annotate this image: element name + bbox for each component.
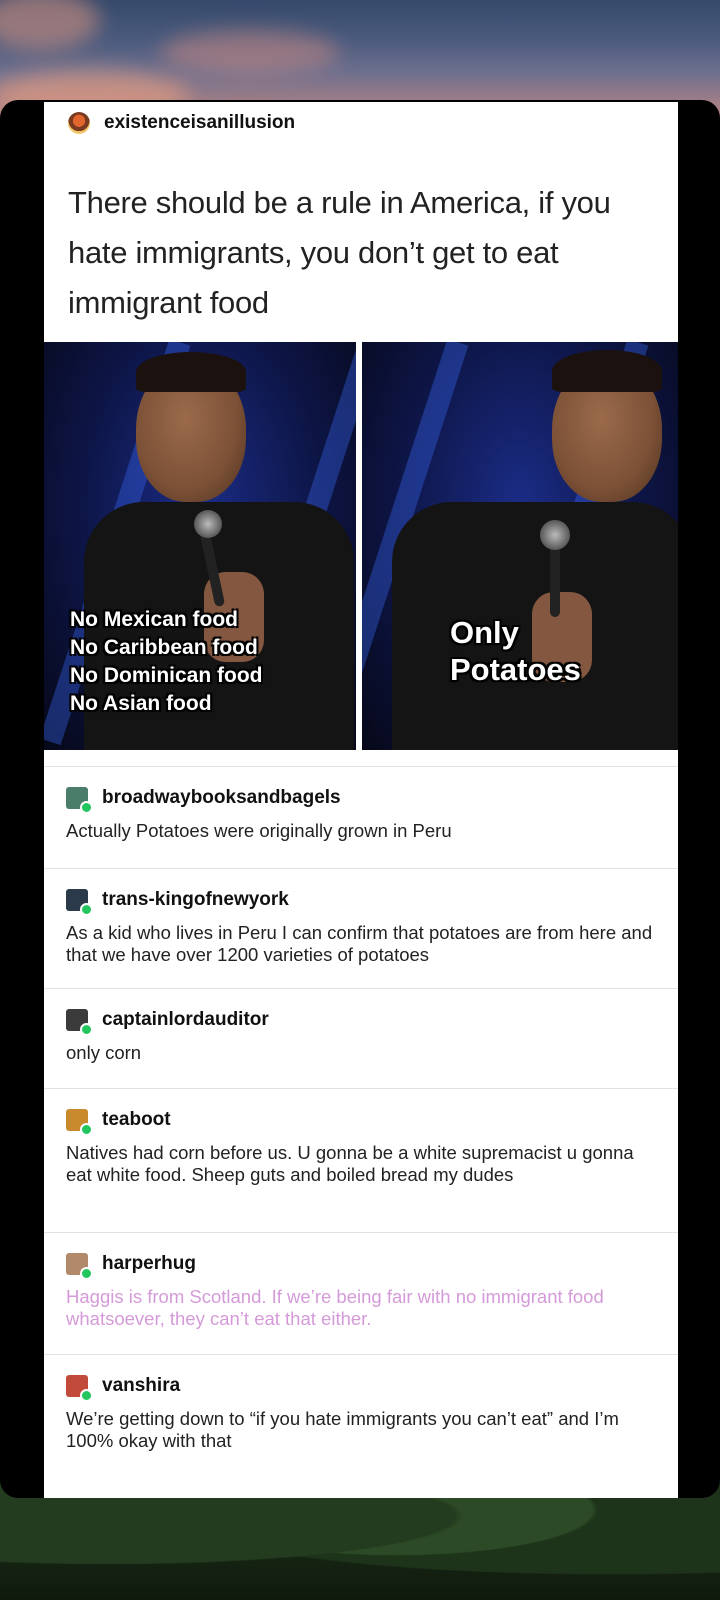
reblog-comment: vanshira We’re getting down to “if you h… bbox=[44, 1354, 678, 1498]
op-username[interactable]: existenceisanillusion bbox=[104, 112, 295, 134]
caption-left: No Mexican food No Caribbean food No Dom… bbox=[70, 608, 263, 715]
meme-panel-right: Only Potatoes bbox=[362, 342, 678, 750]
comment-username[interactable]: captainlordauditor bbox=[102, 1009, 269, 1031]
online-badge-icon bbox=[80, 903, 93, 916]
tumblr-post: existenceisanillusion There should be a … bbox=[44, 102, 678, 1498]
reblog-comment: teaboot Natives had corn before us. U go… bbox=[44, 1088, 678, 1232]
background-trees bbox=[0, 1480, 720, 1600]
user-avatar[interactable] bbox=[66, 1109, 93, 1136]
user-avatar[interactable] bbox=[66, 1253, 93, 1280]
comment-username[interactable]: vanshira bbox=[102, 1375, 180, 1397]
online-badge-icon bbox=[80, 801, 93, 814]
user-avatar[interactable] bbox=[66, 1009, 93, 1036]
meme-panel-left: No Mexican food No Caribbean food No Dom… bbox=[44, 342, 356, 750]
comment-text: only corn bbox=[66, 1042, 142, 1063]
comment-text: We’re getting down to “if you hate immig… bbox=[66, 1408, 619, 1451]
caption-right: Only Potatoes bbox=[450, 615, 581, 687]
comment-text: Natives had corn before us. U gonna be a… bbox=[66, 1142, 634, 1185]
comment-username[interactable]: broadwaybooksandbagels bbox=[102, 787, 341, 809]
reblog-comment: broadwaybooksandbagels Actually Potatoes… bbox=[44, 766, 678, 868]
user-avatar[interactable] bbox=[66, 1375, 93, 1402]
online-badge-icon bbox=[80, 1267, 93, 1280]
comment-text: Actually Potatoes were originally grown … bbox=[66, 820, 452, 841]
comment-username[interactable]: harperhug bbox=[102, 1253, 196, 1275]
comment-text: As a kid who lives in Peru I can confirm… bbox=[66, 922, 653, 965]
user-avatar[interactable] bbox=[66, 787, 93, 814]
op-header: existenceisanillusion bbox=[68, 112, 295, 134]
online-badge-icon bbox=[80, 1123, 93, 1136]
comment-username[interactable]: teaboot bbox=[102, 1109, 171, 1131]
reblog-comment: trans-kingofnewyork As a kid who lives i… bbox=[44, 868, 678, 988]
op-text: There should be a rule in America, if yo… bbox=[68, 185, 611, 320]
reblog-comment: captainlordauditor only corn bbox=[44, 988, 678, 1088]
online-badge-icon bbox=[80, 1023, 93, 1036]
user-avatar[interactable] bbox=[66, 889, 93, 916]
op-avatar[interactable] bbox=[68, 112, 90, 134]
comment-username[interactable]: trans-kingofnewyork bbox=[102, 889, 289, 911]
meme-image: No Mexican food No Caribbean food No Dom… bbox=[44, 342, 678, 750]
online-badge-icon bbox=[80, 1389, 93, 1402]
reblog-comment: harperhug Haggis is from Scotland. If we… bbox=[44, 1232, 678, 1354]
comment-text: Haggis is from Scotland. If we’re being … bbox=[66, 1286, 604, 1329]
